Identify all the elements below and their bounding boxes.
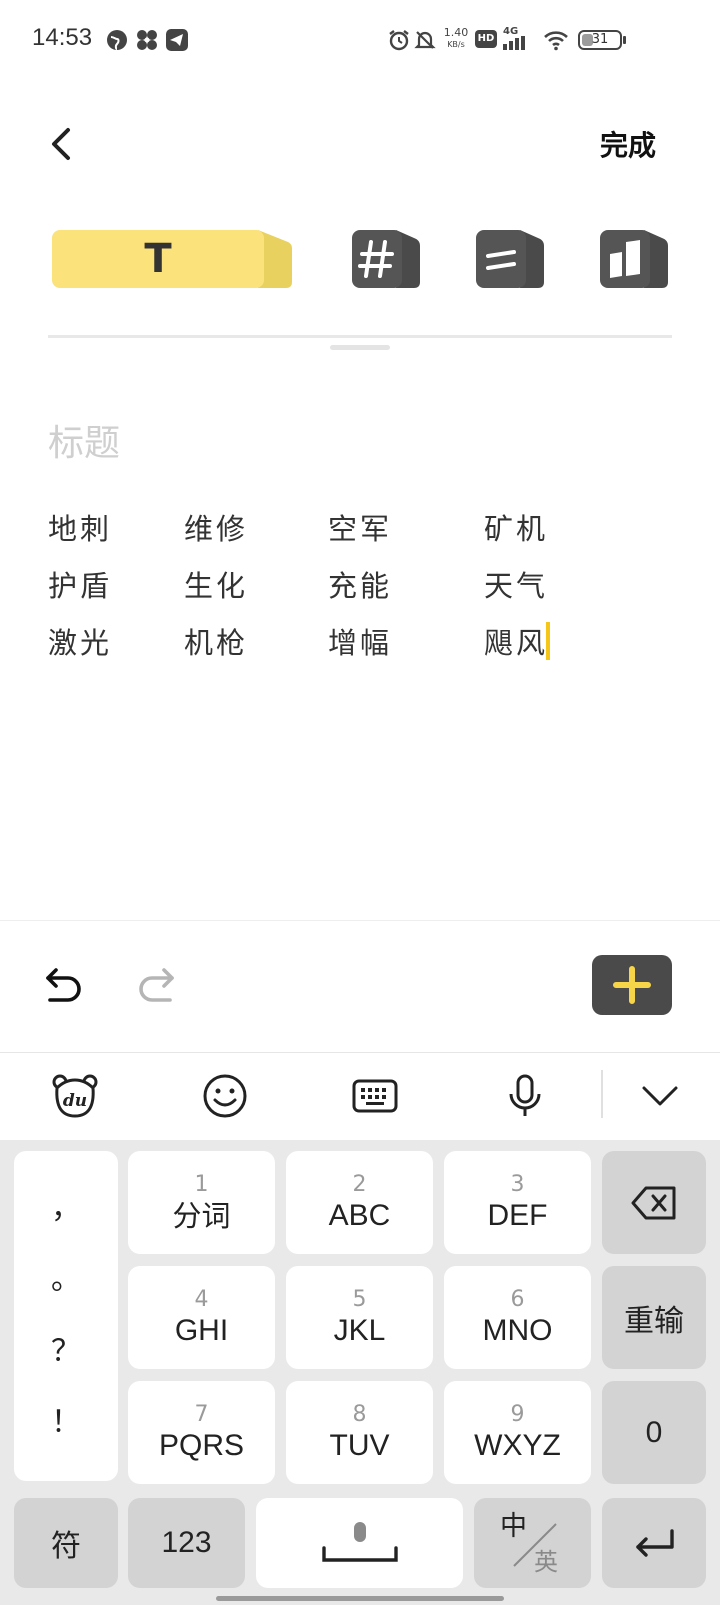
mute-bell-icon: [414, 31, 436, 49]
punct-question[interactable]: ？: [51, 1334, 81, 1369]
punct-period[interactable]: 。: [51, 1263, 81, 1297]
key-2[interactable]: 2 ABC: [286, 1151, 433, 1254]
type-divider: [48, 335, 672, 338]
zero-key[interactable]: 0: [602, 1381, 706, 1484]
keyboard: ， 。 ？ ！ 1 分词 2 ABC 3 DEF 4 GHI 5 JKL 6 M…: [0, 1140, 720, 1605]
alarm-icon: [389, 30, 409, 51]
space-mic-icon: [321, 1522, 398, 1562]
key-7[interactable]: 7 PQRS: [128, 1381, 275, 1484]
hashtag-icon[interactable]: [352, 228, 422, 290]
toolbar-divider: [0, 1052, 720, 1053]
status-bar: 14:53 1.40 KB/s HD 4G 31: [0, 0, 720, 84]
word: 充能: [328, 569, 393, 603]
enter-icon: [636, 1529, 674, 1557]
key-6[interactable]: 6 MNO: [444, 1266, 591, 1369]
wifi-icon: [544, 31, 568, 51]
chevron-down-icon[interactable]: [636, 1072, 684, 1120]
word: 飓风: [484, 626, 549, 660]
word: 生化: [184, 569, 249, 603]
key-1[interactable]: 1 分词: [128, 1151, 275, 1254]
keyboard-icon[interactable]: [351, 1072, 399, 1120]
hd-badge: HD: [475, 30, 497, 48]
word: 地刺: [48, 512, 113, 546]
chevron-left-icon[interactable]: [44, 126, 80, 162]
battery-tip: [623, 36, 626, 44]
word: 增幅: [328, 626, 393, 660]
key-9[interactable]: 9 WXYZ: [444, 1381, 591, 1484]
key-5[interactable]: 5 JKL: [286, 1266, 433, 1369]
home-indicator[interactable]: [216, 1596, 504, 1601]
key-3[interactable]: 3 DEF: [444, 1151, 591, 1254]
emoji-icon[interactable]: [201, 1072, 249, 1120]
done-button[interactable]: 完成: [600, 124, 656, 164]
title-input[interactable]: 标题: [48, 414, 120, 466]
ime-separator: [601, 1070, 603, 1118]
punct-comma[interactable]: ，: [51, 1191, 81, 1226]
word: 机枪: [184, 626, 249, 660]
signal-icon: [503, 36, 525, 50]
space-key[interactable]: [256, 1498, 463, 1588]
toolbar-divider: [0, 920, 720, 921]
key-4[interactable]: 4 GHI: [128, 1266, 275, 1369]
key-8[interactable]: 8 TUV: [286, 1381, 433, 1484]
word: 空军: [328, 512, 393, 546]
reenter-key[interactable]: 重输: [602, 1266, 706, 1369]
punctuation-column[interactable]: ， 。 ？ ！: [14, 1151, 118, 1481]
microphone-icon[interactable]: [501, 1072, 549, 1120]
network-speed: 1.40 KB/s: [443, 26, 469, 50]
drag-handle[interactable]: [330, 345, 390, 350]
backspace-icon: [631, 1186, 676, 1219]
du-bear-logo-icon[interactable]: du: [51, 1072, 99, 1120]
backspace-key[interactable]: [602, 1151, 706, 1254]
word: 护盾: [48, 569, 113, 603]
plus-icon: [613, 966, 651, 1004]
battery-icon: 31: [578, 30, 622, 50]
undo-icon[interactable]: [42, 964, 86, 1008]
text-type-label: T: [144, 236, 172, 282]
telegram-icon: [166, 29, 188, 51]
numbers-key[interactable]: 123: [128, 1498, 245, 1588]
globe-icon: [107, 30, 127, 50]
word: 天气: [484, 569, 549, 603]
enter-key[interactable]: [602, 1498, 706, 1588]
status-time: 14:53: [32, 24, 93, 51]
add-button[interactable]: [592, 955, 672, 1015]
list-icon[interactable]: [476, 228, 546, 290]
word: 激光: [48, 626, 113, 660]
grid-icon[interactable]: [600, 228, 670, 290]
language-switch-key[interactable]: 中 英: [474, 1498, 591, 1588]
svg-text:du: du: [63, 1091, 87, 1111]
word: 维修: [184, 512, 249, 546]
symbols-key[interactable]: 符: [14, 1498, 118, 1588]
punct-exclaim[interactable]: ！: [51, 1406, 81, 1440]
battery-text: 31: [591, 32, 609, 47]
lang-en-label: 英: [534, 1548, 558, 1576]
note-type-text[interactable]: T: [52, 228, 296, 290]
pinwheel-icon: [137, 30, 157, 50]
word: 矿机: [484, 512, 549, 546]
redo-icon[interactable]: [134, 964, 178, 1008]
text-cursor: [546, 622, 550, 660]
